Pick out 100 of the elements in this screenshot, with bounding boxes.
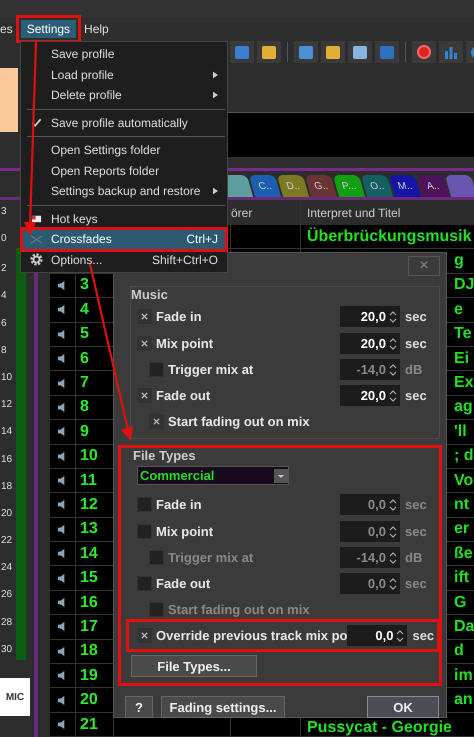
tab[interactable]: M.. bbox=[388, 175, 422, 197]
menu-item[interactable]: Open Reports folder bbox=[22, 160, 226, 181]
scale-label: 28 bbox=[1, 616, 14, 630]
checkbox[interactable] bbox=[137, 309, 152, 324]
scale-label: 8 bbox=[1, 344, 8, 358]
scale-label: 4 bbox=[1, 290, 8, 304]
tab[interactable]: C.. bbox=[248, 175, 282, 197]
track-title: e bbox=[454, 302, 463, 318]
menu-item[interactable]: Crossfades Ctrl+J bbox=[22, 229, 226, 250]
spinner-arrows-icon[interactable] bbox=[389, 524, 397, 538]
menu-item[interactable]: Open Settings folder bbox=[22, 140, 226, 160]
number-field[interactable]: 20,0 bbox=[340, 385, 400, 406]
option-label: Trigger mix at bbox=[168, 362, 254, 377]
row-number: 6 bbox=[79, 350, 89, 368]
tab[interactable]: O.. bbox=[360, 175, 394, 197]
checkbox[interactable] bbox=[149, 362, 164, 377]
bar-chart-icon[interactable] bbox=[439, 41, 463, 63]
group-title: File Types bbox=[133, 448, 197, 464]
scale-label: 3 bbox=[1, 206, 8, 219]
checkbox[interactable] bbox=[137, 576, 152, 591]
row-number: 14 bbox=[79, 544, 98, 563]
scale-label: 26 bbox=[1, 589, 14, 602]
menu-item[interactable]: Delete profile bbox=[22, 85, 226, 106]
row-number: 21 bbox=[79, 716, 98, 734]
spinner-arrows-icon[interactable] bbox=[389, 362, 397, 376]
option-label: Mix point bbox=[156, 524, 214, 539]
toolbar-icon[interactable] bbox=[230, 41, 254, 63]
x-mark-icon bbox=[152, 417, 161, 426]
menu-item[interactable]: Load profile bbox=[22, 64, 226, 85]
menu-item[interactable]: Settings backup and restore bbox=[22, 181, 226, 202]
menu-item[interactable]: Save profile bbox=[22, 44, 226, 64]
dialog-button[interactable]: OK bbox=[367, 696, 439, 718]
color-panel bbox=[0, 68, 18, 132]
mic-button[interactable]: MIC bbox=[0, 678, 30, 716]
number-field[interactable]: 0,0 bbox=[347, 625, 408, 646]
option-label: Mix point bbox=[156, 336, 214, 351]
spinner-arrows-icon[interactable] bbox=[389, 576, 397, 590]
unit-label: sec bbox=[404, 309, 428, 324]
type-dropdown[interactable]: Commercial bbox=[137, 466, 289, 485]
spinner-arrows-icon[interactable] bbox=[389, 336, 397, 350]
row-number: 11 bbox=[79, 472, 97, 490]
row-number: 3 bbox=[79, 276, 89, 294]
checkbox[interactable] bbox=[137, 628, 152, 643]
column-header: örer bbox=[231, 206, 252, 220]
menu-title[interactable]: es bbox=[0, 20, 19, 38]
row-number: 13 bbox=[79, 520, 98, 538]
option-label: Fade in bbox=[156, 309, 203, 324]
checkbox[interactable] bbox=[149, 414, 164, 429]
keyboard-icon bbox=[31, 213, 42, 224]
number-field[interactable]: 20,0 bbox=[340, 306, 400, 327]
option-label: Fade out bbox=[156, 576, 212, 591]
unit-label: sec bbox=[404, 524, 428, 539]
scale-label: 16 bbox=[1, 454, 14, 466]
track-title: im bbox=[454, 668, 473, 684]
dialog-button[interactable]: ? bbox=[125, 696, 153, 718]
checkbox[interactable] bbox=[137, 388, 152, 403]
row-number: 19 bbox=[79, 666, 98, 685]
checkbox[interactable] bbox=[137, 497, 152, 512]
track-title: Te bbox=[454, 326, 472, 342]
unit-label: sec bbox=[404, 336, 428, 351]
track-title: d bbox=[454, 643, 464, 660]
toolbar-icon[interactable] bbox=[294, 41, 318, 63]
checkbox[interactable] bbox=[137, 524, 152, 539]
row-number: 17 bbox=[79, 618, 98, 636]
checkbox[interactable] bbox=[137, 336, 152, 351]
spinner-arrows-icon[interactable] bbox=[396, 628, 404, 642]
file-types-button[interactable]: File Types... bbox=[131, 655, 257, 677]
track-title: G bbox=[454, 594, 466, 611]
scale-label: 30 bbox=[1, 644, 14, 657]
row-number: 20 bbox=[79, 691, 98, 710]
scale-label: 18 bbox=[1, 480, 14, 494]
dialog-button[interactable]: Fading settings... bbox=[161, 696, 285, 718]
menu-title[interactable]: Help bbox=[78, 20, 115, 38]
record-icon[interactable] bbox=[412, 41, 436, 63]
menu-title[interactable]: Settings bbox=[20, 20, 76, 38]
x-mark-icon bbox=[140, 312, 149, 321]
toolbar-icon[interactable] bbox=[348, 41, 372, 63]
menu-item[interactable]: Hot keys bbox=[22, 208, 226, 229]
menu-item[interactable]: Options... Shift+Ctrl+O bbox=[22, 250, 226, 270]
track-title: Ex bbox=[454, 375, 474, 392]
spinner-arrows-icon[interactable] bbox=[389, 310, 397, 324]
scale-label: 20 bbox=[1, 508, 14, 521]
option-label: Fade out bbox=[156, 388, 212, 403]
scale-label: 10 bbox=[1, 372, 14, 385]
spinner-arrows-icon[interactable] bbox=[389, 388, 397, 402]
toolbar-icon[interactable] bbox=[321, 41, 345, 63]
number-field[interactable]: 20,0 bbox=[340, 333, 400, 354]
x-mark-icon bbox=[140, 631, 149, 640]
unit-label: sec bbox=[411, 628, 436, 643]
row-number: 5 bbox=[79, 325, 89, 344]
menu-item[interactable]: Save profile automatically bbox=[22, 112, 226, 133]
tab[interactable]: G.. bbox=[304, 175, 338, 197]
row-number: 16 bbox=[79, 594, 98, 612]
spinner-arrows-icon[interactable] bbox=[389, 550, 397, 564]
row-number: 7 bbox=[79, 374, 89, 392]
tab[interactable]: A.. bbox=[416, 175, 450, 197]
scale-label: 12 bbox=[1, 399, 14, 412]
toolbar-icon[interactable] bbox=[257, 41, 281, 63]
row-number: 10 bbox=[79, 447, 98, 466]
spinner-arrows-icon[interactable] bbox=[389, 498, 397, 512]
